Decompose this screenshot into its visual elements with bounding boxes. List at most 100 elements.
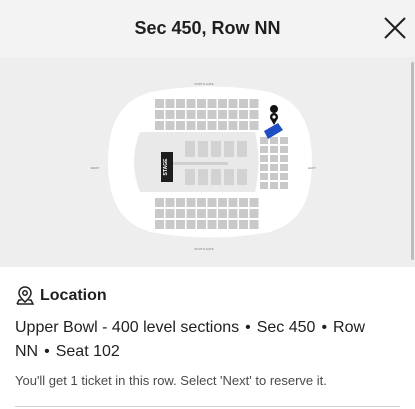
stadium-section[interactable] (176, 209, 185, 218)
stadium-section[interactable] (249, 198, 259, 207)
stadium-section[interactable] (249, 99, 259, 108)
floor-section[interactable] (185, 169, 195, 185)
floor-section[interactable] (198, 169, 208, 185)
floor-section[interactable] (211, 141, 221, 157)
seat-map[interactable]: STAGE NORTH GATE SOUTH GATE WEST EAST (0, 57, 415, 267)
stadium-section[interactable] (249, 121, 259, 130)
stadium-section[interactable] (186, 99, 196, 108)
floor-section[interactable] (224, 141, 234, 157)
stadium-section[interactable] (218, 220, 227, 229)
stadium-section[interactable] (270, 173, 278, 180)
location-label: Location (40, 287, 107, 304)
stadium-section[interactable] (280, 173, 288, 180)
stadium-section[interactable] (239, 99, 248, 108)
stadium-section[interactable] (155, 198, 164, 207)
floor-section[interactable] (211, 169, 221, 185)
stadium-section[interactable] (197, 220, 206, 229)
stadium-section[interactable] (176, 121, 185, 130)
stadium-section[interactable] (207, 198, 217, 207)
stadium-section[interactable] (155, 220, 164, 229)
stadium-section[interactable] (155, 121, 164, 130)
stadium-section[interactable] (165, 220, 175, 229)
stadium-section[interactable] (280, 155, 288, 162)
stadium-section[interactable] (228, 99, 238, 108)
stadium-section[interactable] (270, 146, 278, 153)
stadium-section[interactable] (239, 121, 248, 130)
scrollbar[interactable] (411, 62, 414, 260)
stadium-section[interactable] (165, 198, 175, 207)
stadium-section[interactable] (270, 155, 278, 162)
stadium-section[interactable] (218, 209, 227, 218)
stadium-section[interactable] (176, 198, 185, 207)
stadium-section[interactable] (155, 110, 164, 119)
stadium-section[interactable] (207, 220, 217, 229)
stadium-section[interactable] (218, 121, 227, 130)
stadium-section[interactable] (197, 209, 206, 218)
stadium-section[interactable] (228, 220, 238, 229)
stadium-section[interactable] (260, 173, 268, 180)
stadium-section[interactable] (249, 209, 259, 218)
floor-section[interactable] (224, 169, 234, 185)
stadium-section[interactable] (218, 99, 227, 108)
floor-section[interactable] (237, 169, 247, 185)
stadium-section[interactable] (218, 198, 227, 207)
stadium-section[interactable] (165, 121, 175, 130)
stadium-section[interactable] (260, 182, 268, 189)
separator: • (321, 319, 328, 336)
stadium-section[interactable] (260, 155, 268, 162)
floor-section[interactable] (198, 141, 208, 157)
stadium-section[interactable] (155, 209, 164, 218)
stadium-section[interactable] (176, 110, 185, 119)
stadium-section[interactable] (249, 110, 259, 119)
header: Sec 450, Row NN (0, 0, 415, 57)
divider (15, 406, 400, 407)
stadium-section[interactable] (176, 99, 185, 108)
map-pin-icon (16, 286, 35, 305)
level-text: Upper Bowl - 400 level sections (15, 319, 240, 336)
stadium-section[interactable] (165, 99, 175, 108)
stadium-section[interactable] (239, 209, 248, 218)
stadium-section[interactable] (270, 137, 278, 144)
stadium-section[interactable] (239, 198, 248, 207)
location-details: Upper Bowl - 400 level sections • Sec 450 •… (15, 316, 405, 364)
stadium-section[interactable] (186, 121, 196, 130)
stadium-section[interactable] (228, 209, 238, 218)
stadium-section[interactable] (197, 99, 206, 108)
stadium-section[interactable] (176, 220, 185, 229)
stadium-diagram: STAGE NORTH GATE SOUTH GATE WEST EAST (91, 82, 316, 251)
stadium-section[interactable] (207, 99, 217, 108)
page-title: Sec 450, Row NN (134, 18, 281, 38)
floor-section[interactable] (185, 141, 195, 157)
stadium-section[interactable] (239, 110, 248, 119)
stadium-section[interactable] (260, 137, 268, 144)
stadium-section[interactable] (207, 110, 217, 119)
stadium-section[interactable] (186, 209, 196, 218)
stadium-section[interactable] (280, 164, 288, 171)
stadium-section[interactable] (228, 110, 238, 119)
stadium-section[interactable] (186, 220, 196, 229)
stadium-section[interactable] (249, 220, 259, 229)
floor-section[interactable] (237, 141, 247, 157)
stadium-section[interactable] (165, 110, 175, 119)
stadium-section[interactable] (197, 110, 206, 119)
stadium-section[interactable] (270, 182, 278, 189)
stadium-section[interactable] (228, 121, 238, 130)
stadium-section[interactable] (260, 146, 268, 153)
stadium-section[interactable] (218, 110, 227, 119)
stadium-section[interactable] (197, 198, 206, 207)
stadium-section[interactable] (197, 121, 206, 130)
stadium-section[interactable] (239, 220, 248, 229)
stadium-section[interactable] (186, 198, 196, 207)
stadium-section[interactable] (165, 209, 175, 218)
stadium-section[interactable] (260, 164, 268, 171)
close-icon[interactable] (381, 14, 409, 42)
stadium-section[interactable] (186, 110, 196, 119)
stadium-section[interactable] (280, 182, 288, 189)
stadium-section[interactable] (155, 99, 164, 108)
stadium-section[interactable] (207, 209, 217, 218)
stadium-section[interactable] (280, 137, 288, 144)
stadium-section[interactable] (280, 146, 288, 153)
stadium-section[interactable] (228, 198, 238, 207)
stadium-section[interactable] (270, 164, 278, 171)
stadium-section[interactable] (207, 121, 217, 130)
